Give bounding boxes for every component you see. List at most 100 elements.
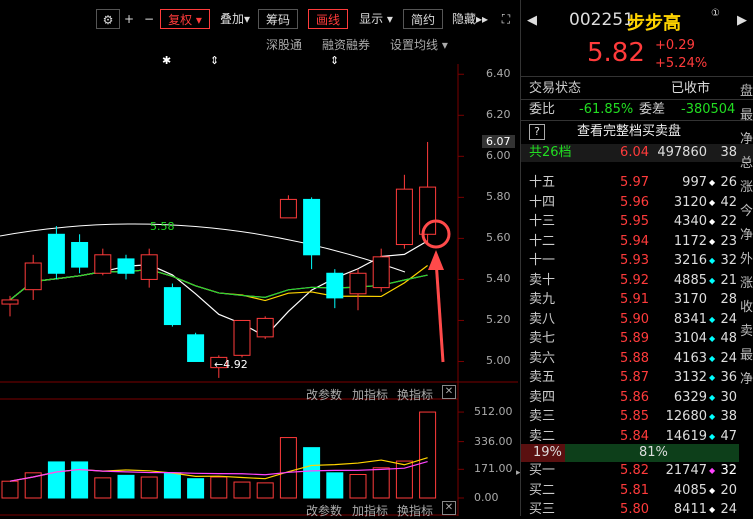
settings-icon[interactable]: ⚙	[96, 9, 120, 29]
full-book-row[interactable]: ? 查看完整档买卖盘	[521, 123, 753, 141]
ask-row[interactable]: 卖六 5.88 4163 ◆ 24	[521, 350, 753, 368]
stock-code: 002251	[569, 10, 634, 30]
level-price: 5.90	[620, 311, 649, 327]
yincang-button[interactable]: 隐藏▸▸	[447, 9, 493, 29]
ask-row[interactable]: 十三 5.95 4340 ◆ 22	[521, 213, 753, 231]
side-tab-label[interactable]: 净	[740, 224, 753, 243]
side-tab-label[interactable]: 最	[740, 104, 753, 123]
ask-row[interactable]: 卖五 5.87 3132 ◆ 36	[521, 369, 753, 387]
huaxian-button[interactable]: 画线	[308, 9, 348, 29]
zoom-out-icon[interactable]: −	[140, 9, 158, 29]
xianshi-dropdown[interactable]: 显示 ▾	[352, 9, 400, 29]
fuquan-dropdown[interactable]: 复权 ▾	[160, 9, 210, 29]
side-tab-label[interactable]: 总	[740, 152, 753, 171]
ask-row[interactable]: 卖八 5.90 8341 ◆ 24	[521, 311, 753, 329]
level-count: 24	[720, 502, 737, 517]
level-name: 十五	[529, 175, 556, 190]
level-price: 5.96	[620, 194, 649, 210]
level-name: 十一	[529, 253, 556, 268]
ask-row[interactable]: 十一 5.93 3216 ◆ 32	[521, 252, 753, 270]
level-price: 5.84	[620, 428, 649, 444]
level-count: 21	[720, 272, 737, 288]
ratio-bar: 19% 81%	[521, 444, 753, 462]
jia-zhibiao-2[interactable]: 加指标	[352, 502, 388, 519]
level-volume: 8341	[673, 311, 707, 327]
price-change: +0.29	[655, 38, 695, 53]
level-count: 32	[720, 463, 737, 478]
ask-row[interactable]: 卖二 5.84 14619 ◆ 47	[521, 428, 753, 446]
xianshi-label: 显示	[359, 12, 384, 26]
info-circle-icon[interactable]: ①	[711, 8, 720, 19]
level-count: 26	[720, 175, 737, 190]
next-stock-icon[interactable]: ▶	[737, 13, 747, 28]
full-book-link[interactable]: 查看完整档买卖盘	[577, 123, 681, 141]
huan-zhibiao-2[interactable]: 换指标	[397, 502, 433, 519]
ask-row[interactable]: 卖十 5.92 4885 ◆ 21	[521, 272, 753, 290]
level-count: 38	[720, 409, 737, 424]
level-name: 卖十	[529, 272, 556, 288]
side-tab-label[interactable]: 涨	[740, 176, 753, 195]
side-tab-label[interactable]: 净	[740, 128, 753, 147]
level-volume: 1172	[673, 233, 707, 249]
side-tab-label[interactable]: 净	[740, 368, 753, 387]
level-price: 5.94	[620, 233, 649, 249]
ask-row[interactable]: 卖九 5.91 3170 28	[521, 291, 753, 309]
side-tab-label[interactable]: 涨	[740, 272, 753, 291]
level-price: 5.81	[620, 482, 649, 498]
level-count: 32	[720, 253, 737, 268]
level-count: 24	[720, 311, 737, 327]
weicha-value: -380504	[681, 102, 736, 117]
level-name: 十四	[529, 194, 556, 210]
level-count: 36	[720, 370, 737, 385]
bid-row[interactable]: 买一 5.82 21747 ◆ 32	[521, 462, 753, 480]
level-price: 5.95	[620, 214, 649, 229]
weicha-label: 委差	[639, 102, 666, 117]
total-row: 共26档 6.04 497860 38	[521, 144, 753, 162]
total-price: 6.04	[620, 145, 649, 160]
level-count: 24	[720, 350, 737, 366]
chouma-button[interactable]: 筹码	[258, 9, 298, 29]
ask-row[interactable]: 十二 5.94 1172 ◆ 23	[521, 233, 753, 251]
side-tab-label[interactable]: 最	[740, 344, 753, 363]
gai-canshu-2[interactable]: 改参数	[306, 502, 342, 519]
ask-row[interactable]: 卖四 5.86 6329 ◆ 30	[521, 389, 753, 407]
fuquan-label: 复权	[168, 13, 193, 27]
ask-row[interactable]: 卖三 5.85 12680 ◆ 38	[521, 408, 753, 426]
side-tab-label[interactable]: 盘	[740, 80, 753, 99]
level-volume: 3104	[673, 331, 707, 346]
level-volume: 21747	[665, 463, 707, 478]
help-icon[interactable]: ?	[529, 124, 545, 140]
ask-row[interactable]: 十五 5.97 997 ◆ 26	[521, 174, 753, 192]
fullscreen-icon[interactable]: ⛶	[496, 9, 516, 29]
level-name: 卖九	[529, 292, 556, 307]
volume-tick-label: 336.00	[474, 434, 513, 448]
level-volume: 4163	[673, 350, 707, 366]
level-name: 十二	[529, 233, 556, 249]
side-tab-label[interactable]: 今	[740, 200, 753, 219]
bid-row[interactable]: 买三 5.80 8411 ◆ 24	[521, 501, 753, 519]
zoom-in-icon[interactable]: +	[120, 9, 138, 29]
level-volume: 997	[682, 175, 707, 190]
ask-row[interactable]: 卖七 5.89 3104 ◆ 48	[521, 330, 753, 348]
diejia-dropdown[interactable]: 叠加▾	[214, 9, 256, 29]
level-name: 卖三	[529, 409, 556, 424]
chart-toolbar: ⚙ + − 复权 ▾ 叠加▾ 筹码 画线 显示 ▾ 简约 隐藏▸▸ ⛶	[0, 0, 518, 32]
total-vol: 497860	[657, 145, 707, 160]
side-tab-label[interactable]: 收	[740, 296, 753, 315]
side-tab-label[interactable]: 外	[740, 248, 753, 267]
close-indicator-2-icon[interactable]: ✕	[442, 501, 456, 515]
level-count: 30	[720, 389, 737, 405]
volume-tick-label: 0.00	[474, 491, 499, 504]
bid-row[interactable]: 买二 5.81 4085 ◆ 20	[521, 482, 753, 500]
level-volume: 14619	[665, 428, 707, 444]
prev-stock-icon[interactable]: ◀	[527, 13, 537, 28]
level-volume: 3170	[673, 292, 707, 307]
kline-chart-area[interactable]: 深股通 融资融券 设置均线 ▾ ✱ ⇕ ⇕ 6.40 6.20 6.07 6.00 5.…	[0, 32, 518, 519]
level-name: 买一	[529, 463, 556, 478]
level-price: 5.92	[620, 272, 649, 288]
jianyue-button[interactable]: 简约	[403, 9, 443, 29]
side-tab-label[interactable]: 卖	[740, 320, 753, 339]
ask-row[interactable]: 十四 5.96 3120 ◆ 42	[521, 194, 753, 212]
level-volume: 3120	[673, 194, 707, 210]
level-name: 卖四	[529, 389, 556, 405]
